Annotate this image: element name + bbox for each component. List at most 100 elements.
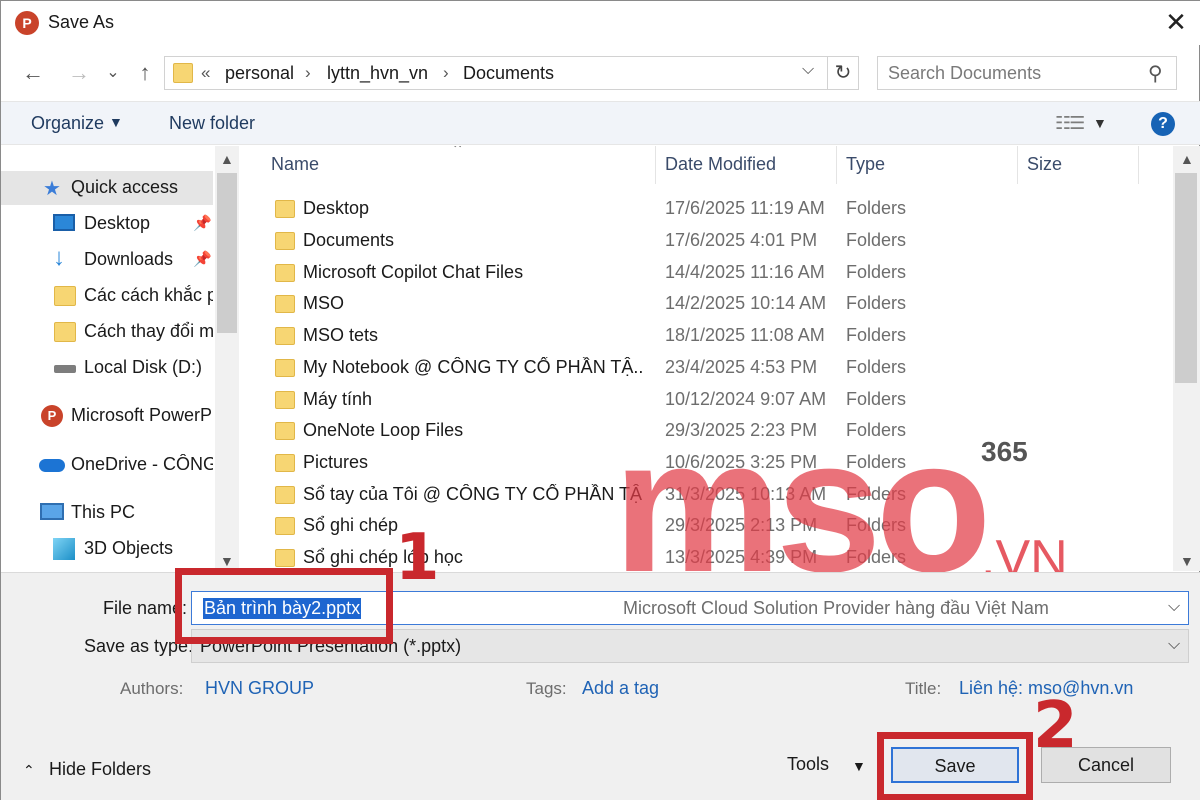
tags-label: Tags: [526, 679, 567, 698]
folder-icon [173, 63, 193, 83]
file-list-scroll-thumb[interactable] [1175, 173, 1197, 383]
caret-down-icon[interactable]: ▼ [1093, 115, 1107, 131]
chevron-down-icon[interactable]: ⌵ [1168, 636, 1180, 654]
callout-box-step-2 [877, 732, 1033, 800]
row-name: Sổ tay của Tôi @ CÔNG TY CỔ PHẦN TẬ... [303, 484, 643, 504]
scroll-up-icon[interactable]: ▲ [220, 151, 234, 167]
table-row[interactable]: My Notebook @ CÔNG TY CỔ PHẦN TẬ... 23/4/… [239, 353, 1173, 383]
watermark-logo: mso [613, 400, 992, 612]
close-icon[interactable]: ✕ [1161, 7, 1191, 37]
row-date: 17/6/2025 11:19 AM [665, 198, 825, 218]
pin-icon[interactable]: 📌 [193, 250, 212, 268]
chevron-right-icon[interactable]: › [443, 63, 449, 83]
row-date: 17/6/2025 4:01 PM [665, 230, 818, 250]
folder-icon [275, 549, 295, 567]
row-name: Máy tính [303, 389, 373, 409]
row-name: Microsoft Copilot Chat Files [303, 262, 524, 282]
organize-button[interactable]: Organize [31, 113, 104, 134]
row-name: OneNote Loop Files [303, 420, 464, 440]
sidebar-item-label: Quick access [71, 177, 179, 197]
sidebar-item-folder[interactable]: Cách thay đổi m [1, 315, 213, 349]
up-folder-icon[interactable]: ↑ [131, 59, 159, 87]
search-input[interactable]: Search Documents ⚲ [877, 56, 1177, 90]
sidebar-item-label: Desktop [84, 213, 151, 233]
view-options-icon[interactable]: ☷☰ [1055, 113, 1085, 134]
sidebar-item-local-disk[interactable]: Local Disk (D:) [1, 351, 213, 385]
watermark-tagline: Microsoft Cloud Solution Provider hàng đ… [623, 598, 1049, 618]
save-as-dialog: P Save As ✕ ← → ⌄ ↑ « personal › lyttn_h… [0, 0, 1200, 800]
table-row[interactable]: MSO tets 18/1/2025 11:08 AM Folders [239, 321, 1173, 351]
chevron-up-icon[interactable]: ⌃ [23, 762, 35, 779]
scroll-up-icon[interactable]: ▲ [1180, 151, 1194, 167]
caret-down-icon[interactable]: ▼ [852, 758, 866, 774]
chevron-down-icon[interactable]: ⌵ [1168, 598, 1180, 616]
row-type: Folders [846, 230, 907, 250]
pin-icon[interactable]: 📌 [193, 214, 212, 232]
scroll-down-icon[interactable]: ▼ [220, 553, 234, 569]
table-row[interactable]: MSO 14/2/2025 10:14 AM Folders [239, 289, 1173, 319]
tags-value[interactable]: Add a tag [582, 678, 659, 699]
folder-icon [275, 517, 295, 535]
sidebar-item-label: Local Disk (D:) [84, 357, 203, 377]
folder-icon [275, 295, 295, 313]
download-icon: ↓ [53, 244, 65, 271]
sidebar-item-this-pc[interactable]: This PC [1, 496, 213, 530]
table-row[interactable]: Desktop 17/6/2025 11:19 AM Folders [239, 194, 1173, 224]
row-name: My Notebook @ CÔNG TY CỔ PHẦN TẬ... [303, 357, 643, 377]
sidebar-item-label: Cách thay đổi m [84, 321, 213, 341]
table-row[interactable]: Microsoft Copilot Chat Files 14/4/2025 11… [239, 258, 1173, 288]
sidebar-scroll-thumb[interactable] [217, 173, 237, 333]
sidebar-item-3d-objects[interactable]: 3D Objects [1, 532, 213, 566]
chevron-right-icon[interactable]: › [305, 63, 311, 83]
recent-locations-icon[interactable]: ⌄ [99, 59, 127, 87]
disk-icon [54, 365, 76, 373]
address-dropdown-icon[interactable]: ⌵ [802, 61, 814, 79]
folder-icon [275, 327, 295, 345]
sidebar-item-downloads[interactable]: ↓ Downloads 📌 [1, 243, 213, 277]
column-header-size[interactable]: Size [1027, 154, 1062, 175]
refresh-icon[interactable]: ↻ [827, 56, 859, 90]
sidebar-item-label: Downloads [84, 249, 174, 269]
sidebar-item-powerpoint[interactable]: P Microsoft PowerP [1, 399, 213, 433]
new-folder-button[interactable]: New folder [169, 113, 255, 134]
column-divider[interactable] [1138, 146, 1139, 184]
back-icon[interactable]: ← [19, 59, 47, 87]
search-placeholder: Search Documents [888, 63, 1042, 83]
address-bar[interactable]: « personal › lyttn_hvn_vn › Documents ⌵ [164, 56, 828, 90]
dialog-title: Save As [48, 12, 115, 32]
breadcrumb-personal[interactable]: personal [225, 63, 294, 84]
powerpoint-icon: P [41, 405, 63, 427]
column-divider[interactable] [836, 146, 837, 184]
column-divider[interactable] [1017, 146, 1018, 184]
cloud-icon [39, 459, 65, 472]
scroll-down-icon[interactable]: ▼ [1180, 553, 1194, 569]
sidebar-item-folder[interactable]: Các cách khắc p [1, 279, 213, 313]
column-divider[interactable] [655, 146, 656, 184]
hide-folders-button[interactable]: Hide Folders [49, 759, 151, 780]
forward-icon[interactable]: → [65, 59, 93, 87]
tools-button[interactable]: Tools [787, 754, 829, 775]
breadcrumb-lyttn-hvn-vn[interactable]: lyttn_hvn_vn [327, 63, 428, 84]
sidebar-item-quick-access[interactable]: ★ Quick access [1, 171, 213, 205]
title-bar: P Save As ✕ [1, 1, 1200, 45]
row-type: Folders [846, 262, 907, 282]
folder-icon [275, 454, 295, 472]
column-header-type[interactable]: Type [846, 154, 885, 175]
table-row[interactable]: Documents 17/6/2025 4:01 PM Folders [239, 226, 1173, 256]
folder-icon [275, 422, 295, 440]
authors-value[interactable]: HVN GROUP [205, 678, 314, 699]
address-overflow-icon[interactable]: « [201, 63, 210, 83]
row-type: Folders [846, 293, 907, 313]
column-header-name[interactable]: Name [271, 154, 319, 175]
help-icon[interactable]: ? [1151, 112, 1175, 136]
callout-box-step-1 [175, 568, 393, 644]
sidebar-item-onedrive[interactable]: OneDrive - CÔNG [1, 448, 213, 482]
row-date: 23/4/2025 4:53 PM [665, 357, 818, 377]
sidebar-item-label: Microsoft PowerP [71, 405, 213, 425]
breadcrumb-documents[interactable]: Documents [463, 63, 554, 84]
row-name: Sổ ghi chép lớp học [303, 547, 463, 567]
sidebar-item-desktop[interactable]: Desktop 📌 [1, 207, 213, 241]
column-header-date[interactable]: Date Modified [665, 154, 776, 175]
sidebar-item-label: 3D Objects [84, 538, 174, 558]
caret-down-icon[interactable]: ▼ [109, 114, 123, 130]
